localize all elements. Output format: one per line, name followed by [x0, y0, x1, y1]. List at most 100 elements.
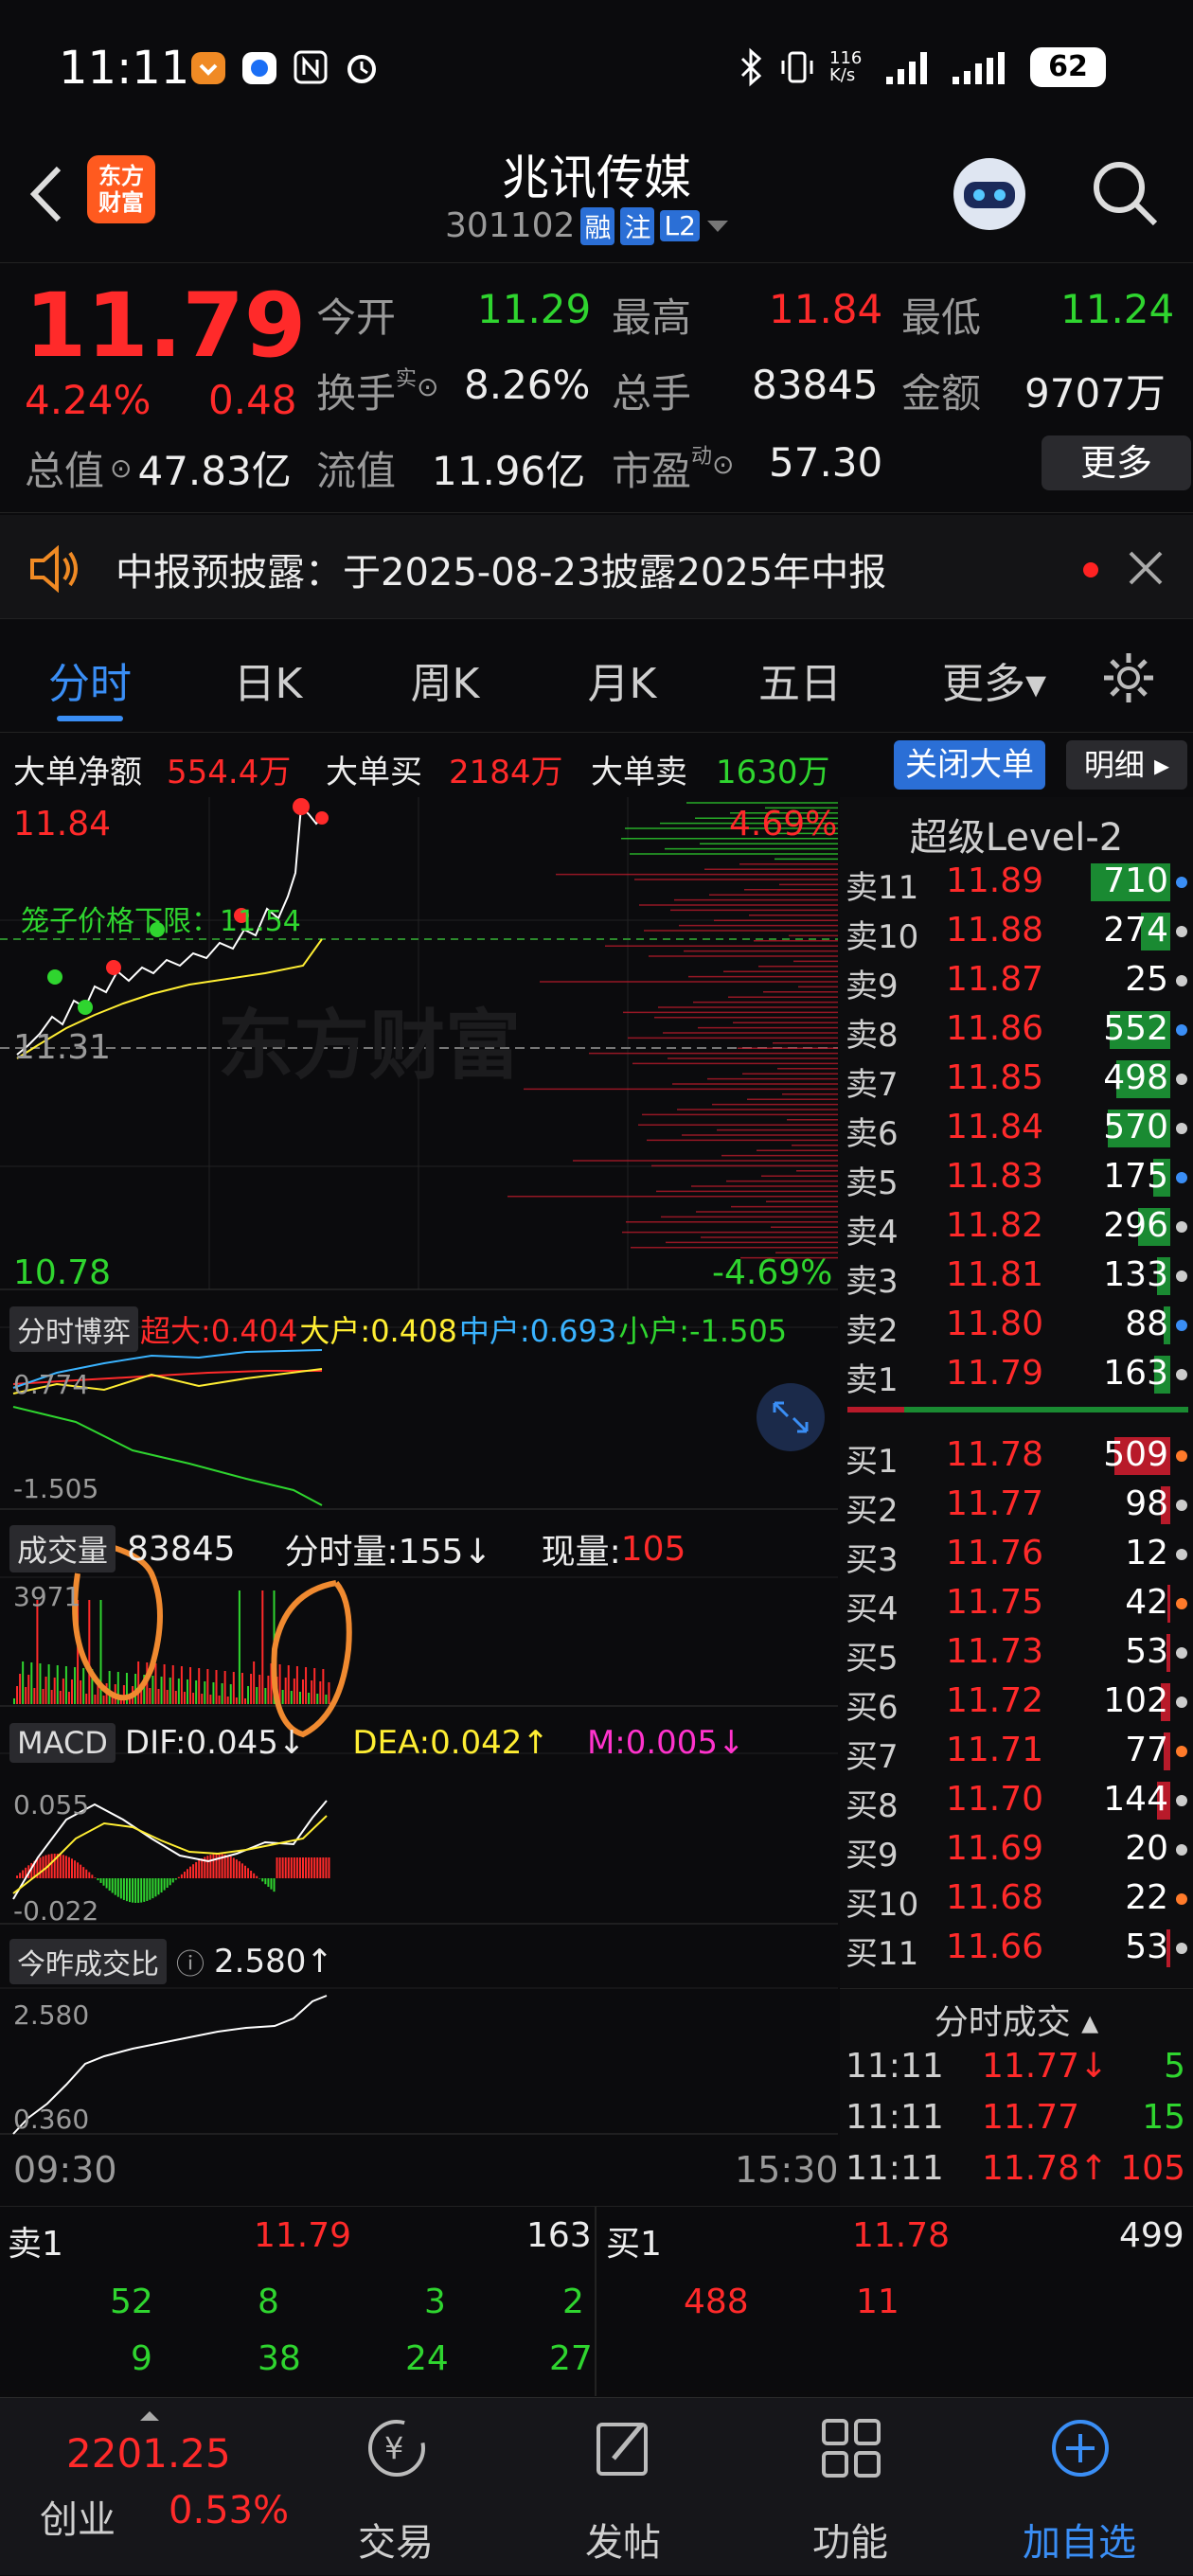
book-level-label: 买2	[846, 1492, 899, 1530]
volume-selector[interactable]: 成交量	[9, 1525, 116, 1572]
bid-row[interactable]: 买5 11.73 53	[840, 1628, 1193, 1678]
macd-header: MACD DIF:0.045↓ DEA:0.042↑ M:0.005↓	[9, 1723, 745, 1763]
tab-daily-k[interactable]: 日K	[216, 649, 320, 710]
macd-dea: DEA:0.042↑	[352, 1724, 549, 1762]
speaker-icon	[30, 545, 78, 593]
macd-bar	[229, 1856, 232, 1878]
nav-add-watch[interactable]: 加自选	[985, 2398, 1174, 2576]
tab-weekly-k[interactable]: 周K	[393, 649, 497, 710]
more-button[interactable]: 更多	[1042, 435, 1191, 490]
bid-row[interactable]: 买11 11.66 53	[840, 1924, 1193, 1973]
bid-row[interactable]: 买4 11.75 42	[840, 1579, 1193, 1628]
book-level-label: 卖6	[846, 1115, 899, 1153]
note-tag: 注	[620, 206, 655, 245]
robot-assistant-icon[interactable]	[947, 151, 1032, 237]
detail-button[interactable]: 明细 ▸	[1066, 740, 1187, 790]
nav-post[interactable]: 发帖	[528, 2398, 718, 2576]
ask-row[interactable]: 卖10 11.88 274	[840, 907, 1193, 956]
ask-row[interactable]: 卖8 11.86 552	[840, 1005, 1193, 1055]
high-label: 最高	[612, 294, 692, 341]
macd-bar	[85, 1869, 88, 1878]
macd-bar	[91, 1874, 94, 1878]
close-big-order-button[interactable]: 关闭大单	[894, 740, 1045, 790]
bid-row[interactable]: 买1 11.78 509	[840, 1431, 1193, 1481]
info-icon[interactable]: ⊙	[110, 453, 132, 484]
game-selector[interactable]: 分时博弈	[9, 1306, 138, 1352]
book-marker-dot	[1176, 1549, 1187, 1560]
index-ticker[interactable]: 2201.25 创业 0.53%	[19, 2398, 303, 2576]
info-icon[interactable]: ⊙	[417, 371, 438, 402]
fullscreen-button	[757, 1383, 825, 1451]
ask-row[interactable]: 卖4 11.82 296	[840, 1202, 1193, 1252]
macd-selector[interactable]: MACD	[9, 1723, 116, 1763]
nav-function[interactable]: 功能	[756, 2398, 945, 2576]
ratio-selector[interactable]: 今昨成交比	[9, 1939, 167, 1984]
book-price: 11.70	[946, 1780, 1044, 1819]
ask-row[interactable]: 卖3 11.81 133	[840, 1252, 1193, 1301]
tick-volume: 5	[1164, 2047, 1185, 2086]
tab-intraday[interactable]: 分时	[38, 649, 142, 710]
bid-row[interactable]: 买8 11.70 144	[840, 1776, 1193, 1825]
macd-bar	[114, 1878, 116, 1895]
game-bottom-label: -1.505	[13, 1473, 99, 1504]
ask-row[interactable]: 卖1 11.79 163	[840, 1350, 1193, 1399]
alarm-icon	[347, 55, 376, 83]
macd-bar	[22, 1870, 25, 1878]
mktcap-label: 总值	[25, 448, 105, 494]
book-price: 11.79	[946, 1354, 1044, 1393]
macd-bar	[281, 1857, 284, 1878]
intraday-chart-svg[interactable]: 东方财富	[0, 797, 838, 2206]
ask-row[interactable]: 卖9 11.87 25	[840, 956, 1193, 1005]
chevron-down-icon[interactable]	[705, 217, 730, 236]
macd-bar	[311, 1857, 313, 1878]
book-level-label: 卖8	[846, 1017, 899, 1055]
buy-label: 大单买	[326, 754, 422, 791]
nav-trade[interactable]: ¥ 交易	[301, 2398, 490, 2576]
ticks-title[interactable]: 分时成交 ▴	[840, 1988, 1193, 2044]
volume-bar	[302, 1679, 304, 1704]
volume-bar	[187, 1679, 188, 1704]
macd-bottom-label: -0.022	[13, 1895, 99, 1927]
ask-row[interactable]: 卖5 11.83 175	[840, 1153, 1193, 1202]
tab-more[interactable]: 更多▾	[923, 649, 1065, 710]
bid-row[interactable]: 买3 11.76 12	[840, 1530, 1193, 1579]
volume-bar	[198, 1668, 201, 1704]
book-price: 11.66	[946, 1928, 1044, 1966]
bid-row[interactable]: 买7 11.71 77	[840, 1727, 1193, 1776]
book-level-label: 卖4	[846, 1214, 899, 1252]
gear-icon[interactable]	[1100, 649, 1157, 706]
bid-row[interactable]: 买6 11.72 102	[840, 1678, 1193, 1727]
ask-row[interactable]: 卖6 11.84 570	[840, 1104, 1193, 1153]
search-icon[interactable]	[1087, 155, 1163, 231]
book-marker-dot	[1176, 1369, 1187, 1380]
close-icon[interactable]	[1127, 549, 1165, 587]
book-title: 超级Level-2	[909, 816, 1124, 860]
queue-cell: 11	[856, 2283, 899, 2321]
tab-five-day[interactable]: 五日	[748, 649, 852, 710]
intraday-chart-area[interactable]: 东方财富 11.84 4.69% 11.31 笼子价格下限：11.54 10.7…	[0, 797, 839, 2206]
volume-bar	[226, 1697, 229, 1704]
ask-row[interactable]: 卖11 11.89 710	[840, 858, 1193, 907]
net-value: 554.4万	[167, 754, 292, 791]
help-icon[interactable]: ⓘ	[176, 1941, 205, 1982]
volume-bar	[108, 1671, 111, 1704]
back-icon[interactable]	[23, 161, 70, 227]
ask-row[interactable]: 卖7 11.85 498	[840, 1055, 1193, 1104]
macd-bar	[287, 1857, 290, 1878]
volume-bar	[253, 1661, 256, 1704]
book-marker-dot	[1176, 1074, 1187, 1085]
info-icon[interactable]: ⊙	[712, 449, 734, 480]
volume-bar	[56, 1665, 59, 1704]
bid-row[interactable]: 买9 11.69 20	[840, 1825, 1193, 1874]
index-value: 2201.25	[66, 2430, 231, 2477]
bid-row[interactable]: 买10 11.68 22	[840, 1874, 1193, 1924]
volume-bar	[267, 1676, 270, 1704]
tab-monthly-k[interactable]: 月K	[570, 649, 674, 710]
macd-bar	[119, 1878, 122, 1899]
bid-row[interactable]: 买2 11.77 98	[840, 1481, 1193, 1530]
notice-bar[interactable]: 中报预披露：于2025-08-23披露2025年中报	[0, 515, 1193, 619]
ask-row[interactable]: 卖2 11.80 88	[840, 1301, 1193, 1350]
volume-bar	[27, 1675, 30, 1704]
macd-bar	[284, 1857, 287, 1878]
macd-bar	[313, 1857, 316, 1878]
